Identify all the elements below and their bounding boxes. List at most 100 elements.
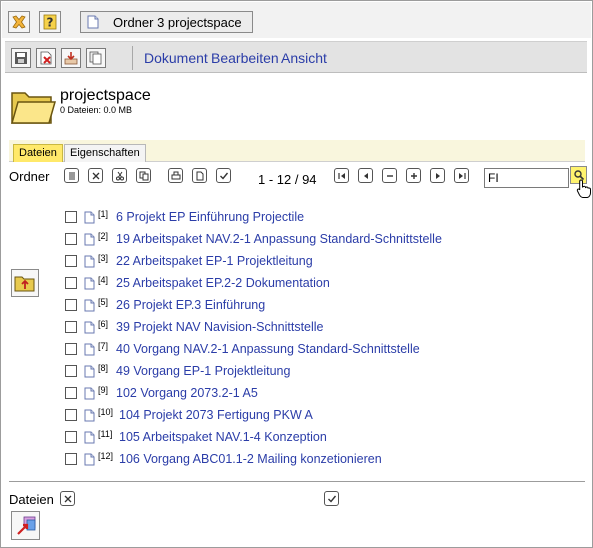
plus-icon — [410, 172, 417, 179]
select-all-button[interactable] — [216, 168, 231, 183]
help-button[interactable]: ? — [39, 11, 61, 33]
file-link[interactable]: 40 Vorgang NAV.2-1 Anpassung Standard-Sc… — [116, 342, 420, 356]
close-button[interactable] — [8, 11, 30, 33]
folder-stats: 0 Dateien: 0.0 MB — [60, 105, 133, 115]
file-checkbox[interactable] — [65, 255, 77, 267]
file-row: [5] 26 Projekt EP.3 Einführung — [65, 295, 265, 315]
list-view-button[interactable] — [64, 168, 79, 183]
menu-bearbeiten[interactable]: Bearbeiten — [211, 50, 279, 66]
file-row: [4] 25 Arbeitspaket EP.2-2 Dokumentation — [65, 273, 330, 293]
file-link[interactable]: 39 Projekt NAV Navision-Schnittstelle — [116, 320, 324, 334]
copy-icon — [89, 51, 102, 65]
file-row: [12] 106 Vorgang ABC01.1-2 Mailing konzet… — [65, 449, 382, 469]
paste-button[interactable] — [136, 168, 151, 183]
document-icon — [84, 211, 95, 223]
next-page-button[interactable] — [430, 168, 445, 183]
document-icon — [84, 277, 95, 289]
document-outline-icon — [196, 171, 203, 180]
folder-up-button[interactable] — [11, 269, 39, 297]
file-checkbox[interactable] — [65, 211, 77, 223]
file-checkbox[interactable] — [65, 409, 77, 421]
cut-button[interactable] — [112, 168, 127, 183]
x-icon — [64, 495, 71, 502]
window-tab[interactable]: Ordner 3 projectspace — [80, 11, 253, 33]
file-row: [10] 104 Projekt 2073 Fertigung PKW A — [65, 405, 313, 425]
file-link[interactable]: 104 Projekt 2073 Fertigung PKW A — [119, 408, 313, 422]
menu-ansicht[interactable]: Ansicht — [281, 50, 327, 66]
file-link[interactable]: 26 Projekt EP.3 Einführung — [116, 298, 265, 312]
save-icon — [15, 52, 27, 64]
new-document-button[interactable] — [192, 168, 207, 183]
last-page-icon — [458, 172, 466, 179]
file-link[interactable]: 25 Arbeitspaket EP.2-2 Dokumentation — [116, 276, 330, 290]
tab-eigenschaften[interactable]: Eigenschaften — [64, 144, 146, 162]
file-checkbox[interactable] — [65, 387, 77, 399]
file-checkbox[interactable] — [65, 365, 77, 377]
page-title: projectspace — [60, 87, 151, 104]
upload-button[interactable] — [11, 511, 40, 540]
file-link[interactable]: 19 Arbeitspaket NAV.2-1 Anpassung Standa… — [116, 232, 442, 246]
close-icon — [12, 15, 26, 29]
delete-document-button[interactable] — [36, 48, 56, 68]
tab-dateien[interactable]: Dateien — [13, 144, 63, 162]
save-button[interactable] — [11, 48, 31, 68]
delete-document-icon — [40, 51, 52, 65]
ordner-label: Ordner — [9, 169, 50, 184]
print-icon — [171, 171, 180, 179]
file-checkbox[interactable] — [65, 277, 77, 289]
remove-button[interactable] — [88, 168, 103, 183]
file-checkbox[interactable] — [65, 233, 77, 245]
paste-icon — [139, 171, 148, 180]
expand-button[interactable] — [406, 168, 421, 183]
file-checkbox[interactable] — [65, 321, 77, 333]
file-checkbox[interactable] — [65, 343, 77, 355]
divider — [9, 481, 585, 482]
file-link[interactable]: 49 Vorgang EP-1 Projektleitung — [116, 364, 290, 378]
file-row: [2] 19 Arbeitspaket NAV.2-1 Anpassung Sta… — [65, 229, 442, 249]
scissors-icon — [115, 171, 124, 180]
pager-text: 1 - 12 / 94 — [258, 172, 317, 187]
menu-separator — [132, 46, 133, 70]
file-number: [1] — [98, 209, 109, 219]
file-link[interactable]: 22 Arbeitspaket EP-1 Projektleitung — [116, 254, 313, 268]
footer-check-button[interactable] — [324, 491, 339, 506]
document-icon — [84, 343, 95, 355]
prev-icon — [363, 172, 368, 179]
prev-page-button[interactable] — [358, 168, 373, 183]
file-number: [4] — [98, 275, 109, 285]
menu-dokument[interactable]: Dokument — [144, 50, 208, 66]
file-link[interactable]: 105 Arbeitspaket NAV.1-4 Konzeption — [119, 430, 327, 444]
file-link[interactable]: 106 Vorgang ABC01.1-2 Mailing konzetioni… — [119, 452, 382, 466]
file-number: [9] — [98, 385, 109, 395]
footer-remove-button[interactable] — [60, 491, 75, 506]
check-icon — [327, 495, 336, 503]
print-button[interactable] — [168, 168, 183, 183]
next-icon — [435, 172, 440, 179]
file-number: [2] — [98, 231, 109, 241]
file-row: [6] 39 Projekt NAV Navision-Schnittstelle — [65, 317, 324, 337]
menu-bar: Dokument Bearbeiten Ansicht — [5, 41, 587, 73]
file-number: [7] — [98, 341, 109, 351]
download-icon — [64, 52, 78, 65]
file-checkbox[interactable] — [65, 299, 77, 311]
document-icon — [84, 321, 95, 333]
last-page-button[interactable] — [454, 168, 469, 183]
window-frame: ? Ordner 3 projectspace Dokument Bearbei… — [0, 0, 593, 548]
copy-button[interactable] — [86, 48, 106, 68]
document-icon — [84, 453, 95, 465]
file-row: [11] 105 Arbeitspaket NAV.1-4 Konzeption — [65, 427, 327, 447]
search-input[interactable] — [484, 168, 569, 188]
document-icon — [84, 387, 95, 399]
svg-text:?: ? — [47, 16, 54, 30]
file-checkbox[interactable] — [65, 453, 77, 465]
file-link[interactable]: 6 Projekt EP Einführung Projectile — [116, 210, 304, 224]
collapse-button[interactable] — [382, 168, 397, 183]
first-page-button[interactable] — [334, 168, 349, 183]
file-checkbox[interactable] — [65, 431, 77, 443]
download-button[interactable] — [61, 48, 81, 68]
document-icon — [84, 255, 95, 267]
document-icon — [84, 299, 95, 311]
document-icon — [84, 365, 95, 377]
minus-icon — [386, 174, 393, 177]
file-link[interactable]: 102 Vorgang 2073.2-1 A5 — [116, 386, 258, 400]
